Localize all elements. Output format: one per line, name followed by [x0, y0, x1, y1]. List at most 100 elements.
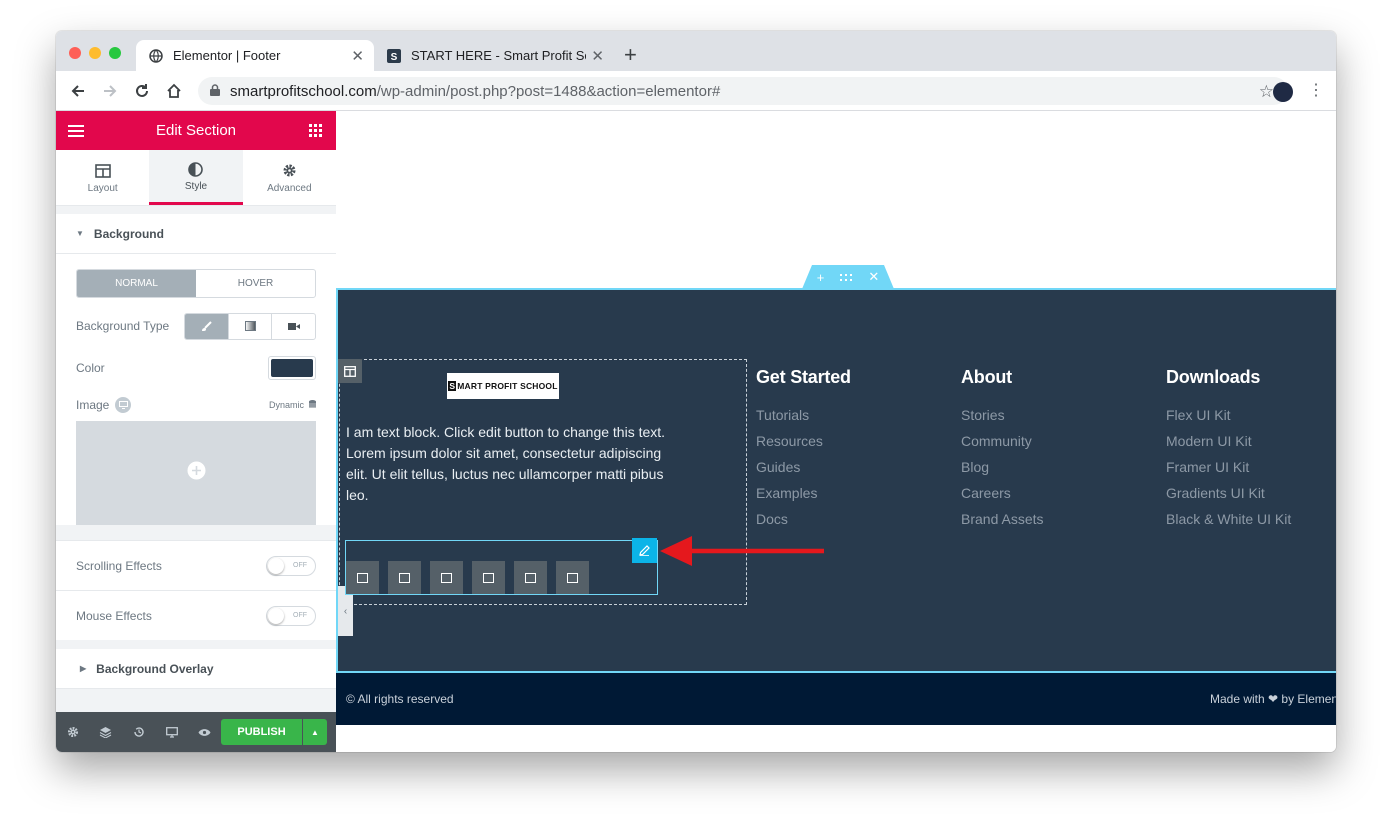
footer-link[interactable]: Framer UI Kit	[1166, 459, 1291, 485]
section-title: Background Overlay	[96, 661, 214, 676]
tab-advanced[interactable]: Advanced	[243, 150, 336, 205]
maximize-window-button[interactable]	[109, 47, 121, 59]
image-chooser[interactable]	[76, 421, 316, 525]
tab-label: Style	[184, 181, 208, 192]
tab-bar: Elementor | Footer ✕ S START HERE - Smar…	[56, 31, 1336, 71]
profile-avatar[interactable]	[1273, 82, 1293, 102]
gradient-icon[interactable]	[227, 313, 272, 339]
footer-column-about: About Stories Community Blog Careers Bra…	[961, 367, 1044, 537]
footer-link[interactable]: Examples	[756, 485, 851, 511]
elementor-panel: Edit Section Layout Style Advanced ▼ Bac…	[56, 111, 336, 752]
footer-link[interactable]: Tutorials	[756, 407, 851, 433]
forward-arrow-icon[interactable]	[100, 81, 120, 101]
edit-widget-pencil-icon[interactable]	[632, 538, 657, 563]
publish-options-caret-icon[interactable]: ▲	[303, 719, 327, 745]
responsive-desktop-icon[interactable]	[115, 397, 132, 413]
social-icon[interactable]	[430, 561, 463, 594]
preview-eye-icon[interactable]	[188, 728, 221, 737]
footer-link[interactable]: Community	[961, 433, 1044, 459]
close-tab-icon[interactable]: ✕	[591, 47, 604, 65]
footer-link[interactable]: Modern UI Kit	[1166, 433, 1291, 459]
social-icons-widget[interactable]	[345, 540, 658, 595]
footer-link[interactable]: Flex UI Kit	[1166, 407, 1291, 433]
panel-tabs: Layout Style Advanced	[56, 150, 336, 206]
url-host: smartprofitschool.com	[230, 82, 377, 100]
footer-link[interactable]: Brand Assets	[961, 511, 1044, 537]
social-icon[interactable]	[514, 561, 547, 594]
browser-window: Elementor | Footer ✕ S START HERE - Smar…	[56, 31, 1336, 752]
scrolling-effects-switch[interactable]: OFF	[266, 555, 316, 576]
minimize-window-button[interactable]	[89, 47, 101, 59]
smart-profit-school-logo[interactable]: S MART PROFIT SCHOOL	[447, 373, 559, 399]
close-tab-icon[interactable]: ✕	[351, 47, 364, 65]
panel-title: Edit Section	[155, 122, 237, 139]
background-section-header[interactable]: ▼ Background	[56, 214, 336, 254]
close-window-button[interactable]	[69, 47, 81, 59]
navigator-layers-icon[interactable]	[89, 726, 122, 738]
address-bar[interactable]: smartprofitschool.com/wp-admin/post.php?…	[198, 77, 1288, 105]
hamburger-menu-icon[interactable]	[68, 124, 84, 141]
footer-link[interactable]: Black & White UI Kit	[1166, 511, 1291, 537]
column-edit-icon[interactable]	[338, 359, 362, 383]
footer-link[interactable]: Stories	[961, 407, 1044, 433]
dynamic-label: Dynamic	[268, 400, 304, 410]
social-icon[interactable]	[388, 561, 421, 594]
footer-link[interactable]: Careers	[961, 485, 1044, 511]
home-icon[interactable]	[164, 81, 184, 101]
add-section-icon[interactable]: +	[817, 270, 825, 285]
tab-style[interactable]: Style	[149, 150, 243, 205]
drag-handle-icon[interactable]	[840, 270, 853, 285]
tab-start-here[interactable]: S START HERE - Smart Profit Sc ✕	[374, 40, 614, 71]
brush-icon[interactable]	[185, 313, 228, 339]
background-overlay-section-header[interactable]: ▶ Background Overlay	[56, 649, 336, 689]
copyright-text: © All rights reserved	[346, 692, 454, 706]
text-block[interactable]: I am text block. Click edit button to ch…	[346, 422, 666, 506]
mouse-effects-switch[interactable]: OFF	[266, 605, 316, 626]
hover-state-tab[interactable]: HOVER	[196, 270, 315, 297]
background-type-choices	[184, 312, 316, 340]
caret-right-icon: ▶	[80, 664, 87, 673]
caret-down-icon: ▼	[76, 229, 84, 238]
social-icon[interactable]	[346, 561, 379, 594]
panel-header: Edit Section	[56, 111, 336, 150]
panel-footer: PUBLISH ▲	[56, 712, 336, 752]
social-icon[interactable]	[556, 561, 589, 594]
gear-icon	[282, 162, 297, 180]
section-handle[interactable]: + ✕	[802, 265, 894, 289]
image-row: Image Dynamic	[76, 389, 316, 421]
footer-link[interactable]: Blog	[961, 459, 1044, 485]
footer-link[interactable]: Gradients UI Kit	[1166, 485, 1291, 511]
column-title: Get Started	[756, 367, 851, 387]
control-label: Background Type	[76, 319, 170, 333]
color-swatch-fill	[271, 359, 313, 377]
footer-section[interactable]: S MART PROFIT SCHOOL ‹ I am text block. C…	[336, 288, 1336, 673]
social-icon[interactable]	[472, 561, 505, 594]
footer-link[interactable]: Guides	[756, 459, 851, 485]
normal-state-tab[interactable]: NORMAL	[77, 270, 196, 297]
delete-section-icon[interactable]: ✕	[868, 269, 879, 285]
video-icon[interactable]	[271, 313, 315, 339]
widgets-grid-icon[interactable]	[309, 124, 322, 141]
reload-icon[interactable]	[132, 81, 152, 101]
footer-link[interactable]: Resources	[756, 433, 851, 459]
back-arrow-icon[interactable]	[68, 81, 88, 101]
control-label: Mouse Effects	[76, 608, 152, 623]
publish-button[interactable]: PUBLISH	[221, 719, 302, 745]
layout-icon	[94, 162, 111, 180]
browser-menu-icon[interactable]: ⋮	[1308, 81, 1324, 101]
scrolling-effects-row: Scrolling Effects OFF	[56, 540, 336, 590]
plus-circle-icon	[187, 461, 206, 485]
new-tab-button[interactable]: +	[624, 44, 637, 66]
bookmark-star-icon[interactable]: ☆	[1259, 82, 1274, 102]
copyright-bar: © All rights reserved Made with ❤ by Ele…	[336, 673, 1336, 725]
responsive-mode-icon[interactable]	[155, 726, 188, 738]
tab-elementor-footer[interactable]: Elementor | Footer ✕	[136, 40, 374, 71]
settings-gear-icon[interactable]	[56, 726, 89, 738]
history-icon[interactable]	[122, 726, 155, 738]
dynamic-tags-button[interactable]: Dynamic	[268, 399, 316, 411]
tab-layout[interactable]: Layout	[56, 150, 149, 205]
lock-icon	[210, 83, 220, 100]
color-swatch[interactable]	[268, 356, 316, 380]
